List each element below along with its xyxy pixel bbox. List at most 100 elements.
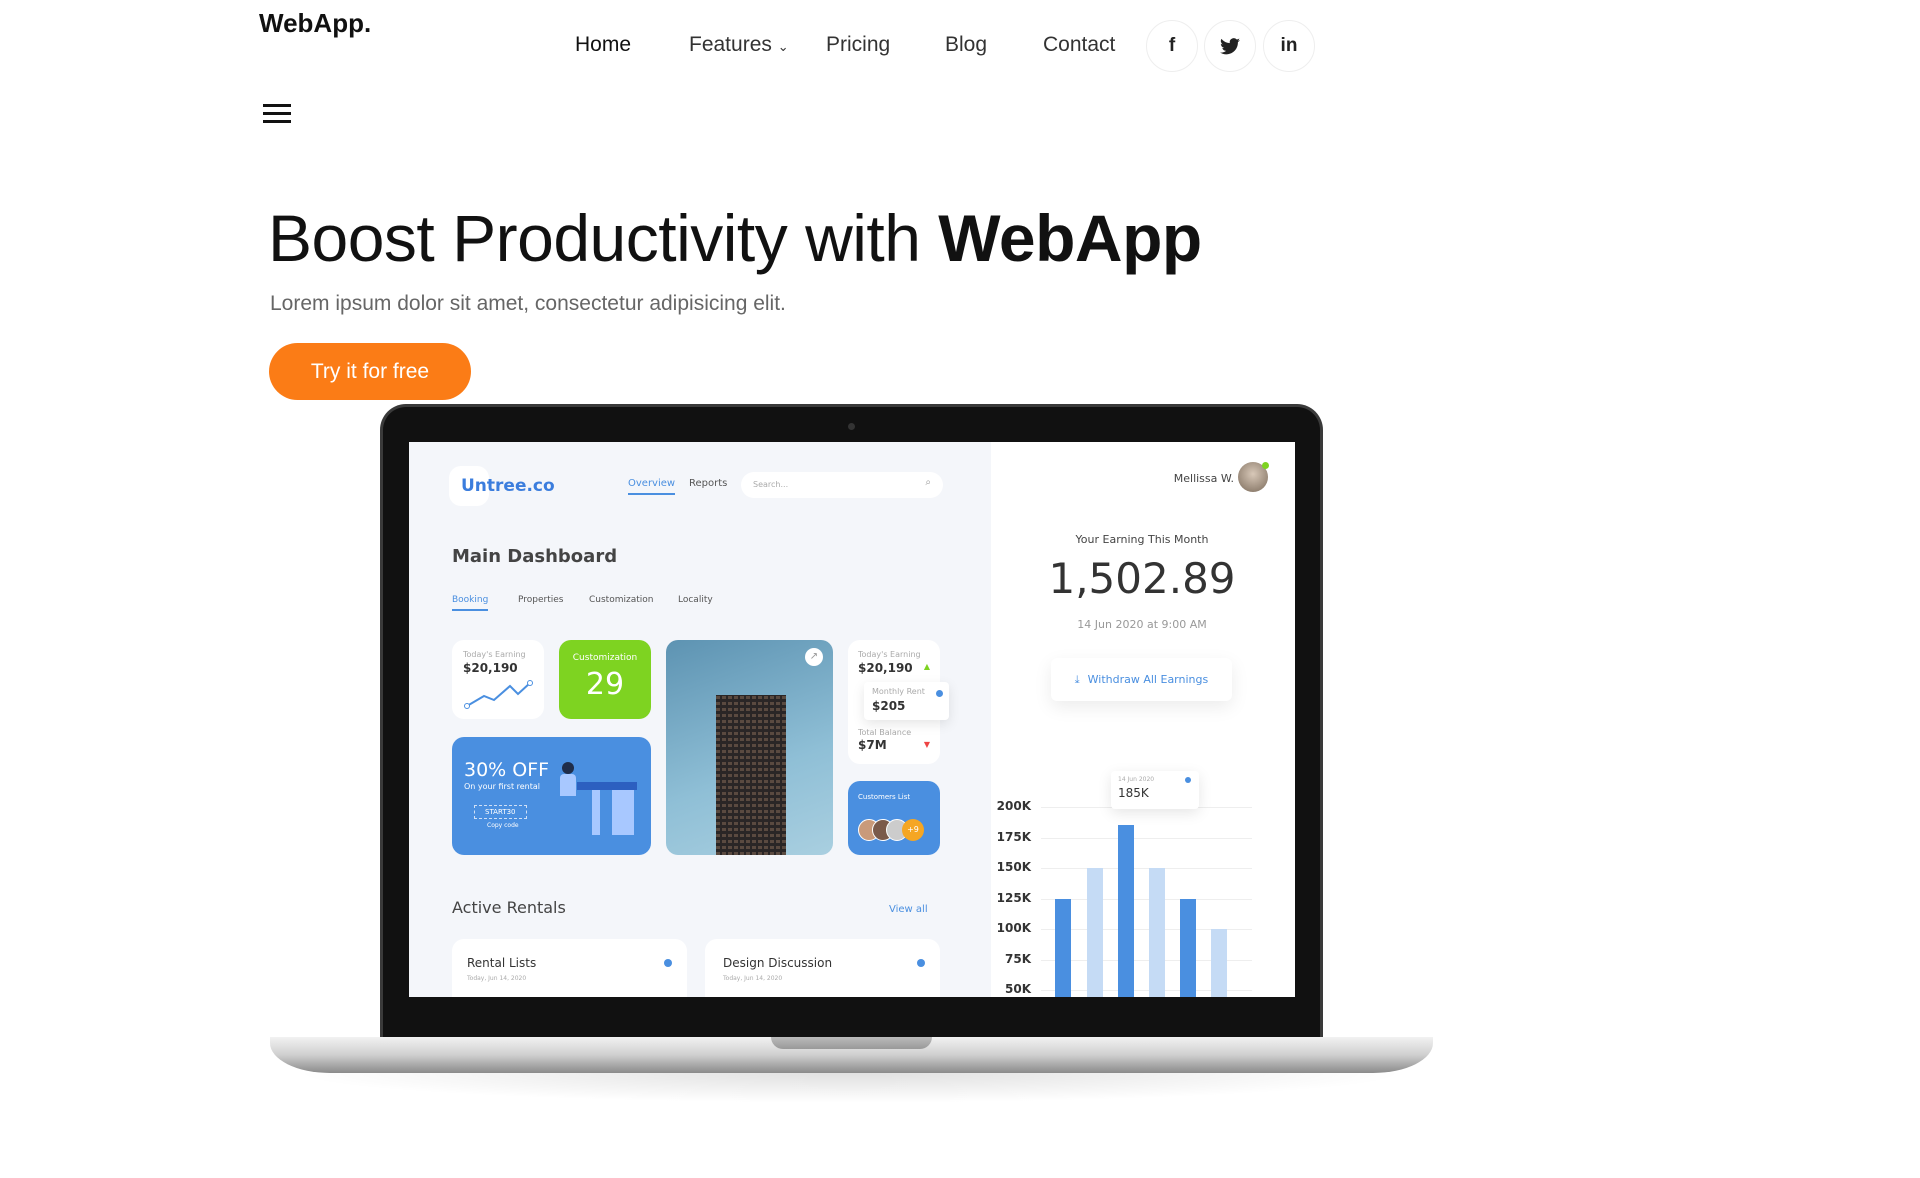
twitter-icon[interactable] — [1204, 20, 1256, 72]
laptop-notch — [771, 1037, 932, 1049]
stats-value-2: $7M — [858, 738, 887, 752]
tab-overview[interactable]: Overview — [628, 478, 676, 495]
dot-icon — [1185, 777, 1191, 783]
user-name: Mellissa W. — [1173, 472, 1234, 485]
mockup-logo: Untree.co — [461, 476, 555, 496]
hero-subtitle: Lorem ipsum dolor sit amet, consectetur … — [270, 292, 786, 315]
search-placeholder: Search... — [753, 480, 789, 489]
facebook-icon[interactable]: f — [1146, 20, 1198, 72]
tab-booking[interactable]: Booking — [452, 595, 489, 611]
grid-line — [1041, 898, 1252, 900]
building-image: ↗ — [666, 640, 833, 855]
earning-label: Today's Earning — [463, 650, 526, 659]
y-tick-label: 125K — [996, 890, 1031, 905]
toggle-dot-icon[interactable] — [664, 959, 672, 967]
more-customers-badge: +9 — [902, 819, 924, 841]
customers-card[interactable]: Customers List +9 — [848, 781, 940, 855]
earnings-panel — [991, 442, 1295, 997]
earning-value: 1,502.89 — [1048, 554, 1236, 603]
chart-bar[interactable] — [1180, 898, 1196, 997]
download-icon: ⤓ — [1074, 672, 1080, 686]
y-tick-label: 150K — [996, 860, 1031, 874]
sparkline — [464, 680, 533, 709]
tab-properties[interactable]: Properties — [518, 595, 563, 605]
y-tick-label: 175K — [996, 829, 1031, 844]
mockup-search[interactable]: Search... ⌕ — [741, 472, 943, 498]
nav-home[interactable]: Home — [575, 33, 631, 57]
tooltip-value: 185K — [1118, 786, 1149, 800]
earning-date: 14 Jun 2020 at 9:00 AM — [1077, 618, 1207, 631]
offer-sub: On your first rental — [464, 782, 540, 791]
stats-label-2: Total Balance — [858, 728, 912, 737]
rental-date: Today, Jun 14, 2020 — [723, 975, 783, 982]
desk-leg — [592, 790, 600, 835]
grid-line — [1041, 837, 1252, 839]
hero-title: Boost Productivity with WebApp — [268, 200, 1202, 276]
search-icon: ⌕ — [925, 477, 931, 488]
customization-value: 29 — [585, 667, 625, 702]
monthly-rent-label: Monthly Rent — [872, 687, 925, 696]
customization-label: Customization — [572, 653, 638, 663]
desk-illustration — [577, 782, 637, 790]
tab-customization[interactable]: Customization — [589, 595, 653, 605]
rental-card[interactable]: Design Discussion Today, Jun 14, 2020 — [705, 939, 940, 997]
chart-bar[interactable] — [1118, 825, 1134, 997]
hero-title-text: Boost Productivity with — [268, 201, 939, 275]
y-tick-label: 200K — [996, 799, 1031, 813]
offer-card: 30% OFF On your first rental START30 Cop… — [452, 737, 651, 855]
active-rentals-heading: Active Rentals — [452, 898, 566, 917]
y-tick-label: 100K — [996, 921, 1031, 935]
stats-label-1: Today's Earning — [858, 650, 921, 659]
linkedin-icon[interactable]: in — [1263, 20, 1315, 72]
tab-reports[interactable]: Reports — [689, 478, 727, 489]
nav-pricing[interactable]: Pricing — [826, 33, 890, 57]
rental-card[interactable]: Rental Lists Today, Jun 14, 2020 — [452, 939, 687, 997]
chart-tooltip: 14 Jun 2020 185K — [1111, 771, 1199, 809]
monthly-rent-value: $205 — [872, 699, 906, 713]
offer-title: 30% OFF — [464, 759, 550, 781]
offer-code[interactable]: START30 — [474, 805, 527, 819]
customization-card: Customization 29 — [559, 640, 651, 719]
earning-value: $20,190 — [463, 661, 518, 675]
rental-title: Rental Lists — [467, 956, 537, 970]
brand-logo[interactable]: WebApp. — [259, 8, 371, 39]
mockup-title: Main Dashboard — [452, 546, 618, 567]
monthly-rent-popup: Monthly Rent $205 — [864, 682, 949, 720]
customers-label: Customers List — [858, 793, 911, 801]
chart-bar[interactable] — [1149, 868, 1165, 997]
camera-icon — [848, 423, 855, 430]
tab-locality[interactable]: Locality — [678, 595, 713, 605]
hero-title-bold: WebApp — [938, 201, 1202, 275]
copy-code[interactable]: Copy code — [487, 822, 519, 829]
arrow-up-icon: ▲ — [923, 662, 930, 671]
withdraw-label: Withdraw All Earnings — [1087, 673, 1209, 686]
y-tick-label: 75K — [1005, 951, 1031, 966]
chevron-down-icon: ⌄ — [777, 39, 789, 54]
expand-icon[interactable]: ↗ — [805, 648, 823, 666]
nav-blog[interactable]: Blog — [945, 33, 987, 57]
dot-icon — [936, 690, 943, 697]
grid-line — [1041, 868, 1252, 869]
withdraw-button[interactable]: ⤓ Withdraw All Earnings — [1051, 658, 1232, 701]
try-free-button[interactable]: Try it for free — [269, 343, 471, 400]
earning-card: Today's Earning $20,190 — [452, 640, 544, 719]
person-body — [560, 774, 576, 796]
online-status-icon — [1262, 462, 1269, 469]
tooltip-date: 14 Jun 2020 — [1118, 776, 1155, 783]
nav-features-label: Features — [689, 33, 772, 56]
chart-bar[interactable] — [1055, 898, 1071, 997]
hamburger-menu-icon[interactable] — [263, 104, 291, 128]
chart-bar[interactable] — [1087, 868, 1103, 997]
rental-date: Today, Jun 14, 2020 — [467, 975, 527, 982]
arrow-down-icon: ▼ — [923, 740, 930, 749]
earning-label: Your Earning This Month — [1075, 533, 1209, 546]
chart-bar[interactable] — [1211, 929, 1227, 997]
nav-features[interactable]: Features ⌄ — [689, 33, 789, 57]
stats-value-1: $20,190 — [858, 661, 913, 675]
toggle-dot-icon[interactable] — [917, 959, 925, 967]
laptop-shadow — [290, 1073, 1410, 1103]
dashboard-mockup: Untree.co Overview Reports Search... ⌕ M… — [409, 442, 1295, 997]
view-all-link[interactable]: View all — [889, 904, 928, 915]
nav-contact[interactable]: Contact — [1043, 33, 1115, 57]
desk-drawer — [612, 790, 634, 835]
